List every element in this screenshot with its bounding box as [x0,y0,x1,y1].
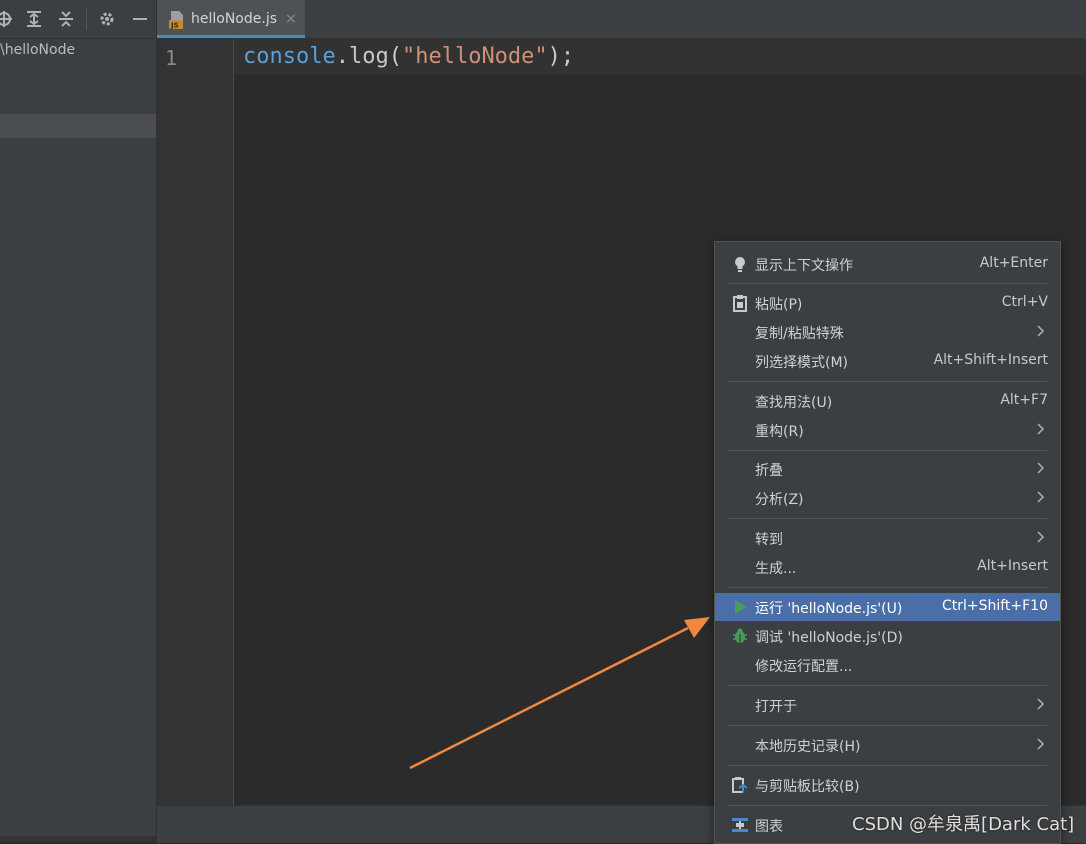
menu-item-copy-paste-special[interactable]: 复制/粘贴特殊 [715,318,1060,346]
menu-separator [728,765,1047,766]
menu-item-label: 本地历史记录(H) [755,739,861,755]
menu-item-compare-with-clipboard[interactable]: 与剪贴板比较(B) [715,771,1060,799]
gutter-divider [233,39,234,805]
menu-item-shortcut: Alt+Insert [977,558,1048,574]
menu-item-analyze[interactable]: 分析(Z) [715,484,1060,512]
locate-icon[interactable] [0,9,14,29]
chevron-right-icon [1032,527,1048,547]
menu-separator [728,381,1047,382]
menu-separator [728,450,1047,451]
chevron-right-icon [1032,458,1048,478]
menu-item-label: 查找用法(U) [755,395,833,411]
code-token-object: console [243,44,336,69]
menu-separator [728,587,1047,588]
code-token-method: log [348,44,389,69]
tab-title: helloNode.js [191,11,278,27]
project-panel: \helloNode [0,0,157,842]
menu-item-label: 运行 'helloNode.js'(U) [755,601,903,617]
code-token-dot: . [335,44,349,69]
js-file-icon: JS [169,11,185,30]
code-token-close: ); [547,44,575,69]
menu-item-open-in[interactable]: 打开于 [715,691,1060,719]
menu-item-label: 列选择模式(M) [755,355,849,371]
menu-separator [728,283,1047,284]
menu-item-refactor[interactable]: 重构(R) [715,416,1060,444]
line-gutter [157,39,233,805]
menu-item-generate[interactable]: 生成... Alt+Insert [715,553,1060,581]
toolbar-separator [86,8,87,30]
menu-item-label: 修改运行配置... [755,659,853,675]
compare-clipboard-icon [731,776,749,794]
menu-item-show-context-actions[interactable]: 显示上下文操作 Alt+Enter [715,250,1060,278]
active-tab-indicator [157,35,305,38]
chevron-right-icon [1032,734,1048,754]
menu-item-shortcut: Ctrl+V [1001,294,1048,310]
menu-item-column-selection-mode[interactable]: 列选择模式(M) Alt+Shift+Insert [715,347,1060,375]
menu-item-shortcut: Alt+Shift+Insert [933,352,1048,368]
menu-item-debug-hellonode[interactable]: 调试 'helloNode.js'(D) [715,622,1060,650]
project-tree-root[interactable]: \helloNode [0,42,75,58]
code-token-string: "helloNode" [401,44,548,69]
clipboard-icon [731,294,749,312]
menu-item-label: 分析(Z) [755,492,804,508]
menu-item-label: 重构(R) [755,424,804,440]
menu-item-modify-run-config[interactable]: 修改运行配置... [715,651,1060,679]
menu-item-find-usages[interactable]: 查找用法(U) Alt+F7 [715,387,1060,415]
menu-separator [728,685,1047,686]
project-tree-selected-row[interactable] [0,114,156,138]
menu-item-shortcut: Ctrl+Shift+F10 [941,598,1048,614]
menu-item-label: 转到 [755,532,783,548]
menu-item-local-history[interactable]: 本地历史记录(H) [715,731,1060,759]
menu-item-label: 与剪贴板比较(B) [755,779,860,795]
panel-scrollbar [0,836,156,842]
editor-tab-bar: JS helloNode.js × [157,0,1086,39]
chevron-right-icon [1032,487,1048,507]
menu-item-paste[interactable]: 粘贴(P) Ctrl+V [715,289,1060,317]
menu-separator [728,725,1047,726]
close-icon[interactable]: × [285,11,297,27]
menu-item-label: 打开于 [755,699,797,715]
svg-text:JS: JS [170,22,179,30]
menu-item-label: 调试 'helloNode.js'(D) [755,630,903,646]
menu-item-label: 粘贴(P) [755,297,803,313]
tab-hellonode-js[interactable]: JS helloNode.js × [157,0,305,38]
watermark: CSDN @牟泉禹[Dark Cat] [852,814,1075,835]
chevron-right-icon [1032,321,1048,341]
menu-item-label: 显示上下文操作 [755,258,853,274]
code-line[interactable]: console.log("helloNode"); [243,44,574,69]
menu-item-label: 生成... [755,561,797,577]
collapse-all-icon[interactable] [56,9,76,29]
chevron-right-icon [1032,419,1048,439]
line-number: 1 [165,46,178,70]
project-toolbar [0,0,156,39]
menu-item-folding[interactable]: 折叠 [715,455,1060,483]
chevron-right-icon [1032,694,1048,714]
editor-context-menu: 显示上下文操作 Alt+Enter 粘贴(P) Ctrl+V 复制/粘贴特殊 列… [714,241,1061,844]
expand-all-icon[interactable] [24,9,44,29]
menu-item-goto[interactable]: 转到 [715,524,1060,552]
gear-icon[interactable] [97,9,117,29]
menu-item-label: 图表 [755,819,783,835]
menu-item-run-hellonode[interactable]: 运行 'helloNode.js'(U) Ctrl+Shift+F10 [715,593,1060,621]
lightbulb-icon [731,255,749,273]
menu-separator [728,518,1047,519]
menu-item-label: 复制/粘贴特殊 [755,326,844,342]
code-token-open-paren: ( [388,44,402,69]
menu-item-shortcut: Alt+F7 [1000,392,1048,408]
minimize-icon[interactable] [130,9,150,29]
run-icon [731,598,749,616]
menu-item-label: 折叠 [755,463,783,479]
diagram-icon [731,816,749,834]
menu-item-shortcut: Alt+Enter [979,255,1048,271]
menu-separator [728,805,1047,806]
debug-icon [731,627,749,645]
